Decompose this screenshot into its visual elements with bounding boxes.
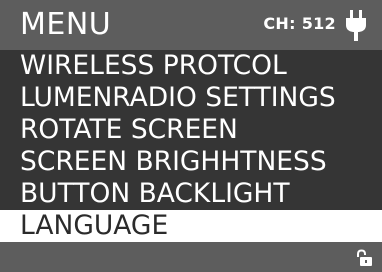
menu-item-lumenradio-settings[interactable]: LUMENRADIO SETTINGS [0,82,382,114]
device-screen: MENU CH: 512 WIRELESS PROTCOL LUMENRADIO… [0,0,382,272]
channel-indicator: CH: 512 [263,14,336,33]
menu-title: MENU [20,7,112,42]
menu-item-rotate-screen[interactable]: ROTATE SCREEN [0,114,382,146]
unlocked-padlock-icon[interactable] [355,249,373,267]
menu-item-screen-brightness[interactable]: SCREEN BRIGHHTNESS [0,146,382,178]
menu-item-language[interactable]: LANGUAGE [0,210,382,242]
status-footer [0,242,382,272]
menu-item-wireless-protocol[interactable]: WIRELESS PROTCOL [0,50,382,82]
menu-item-button-backlight[interactable]: BUTTON BACKLIGHT [0,178,382,210]
menu-header: MENU CH: 512 [0,0,382,50]
menu-list: WIRELESS PROTCOL LUMENRADIO SETTINGS ROT… [0,50,382,210]
plug-icon [344,9,368,41]
